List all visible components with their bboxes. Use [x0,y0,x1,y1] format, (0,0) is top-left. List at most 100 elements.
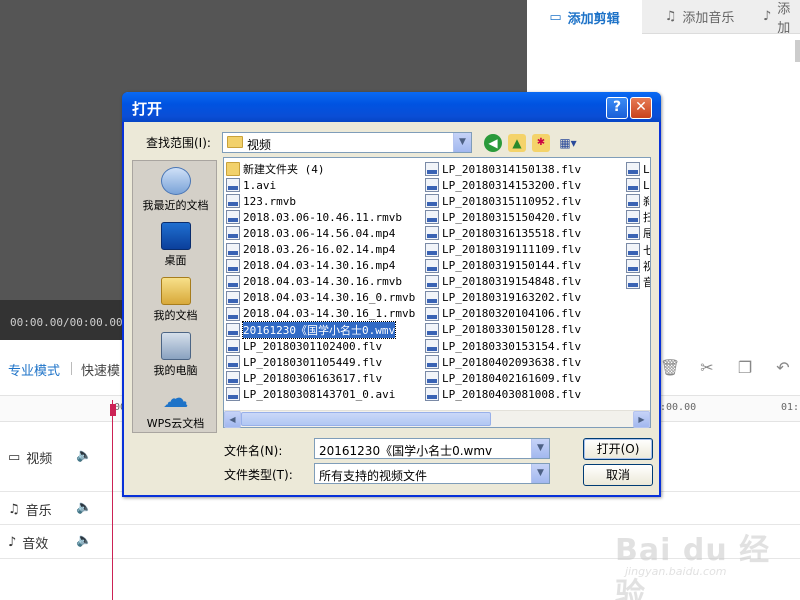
tab-add-clip[interactable]: ▭ 添加剪辑 [527,0,642,34]
video-file-icon [425,210,439,225]
file-list-item[interactable]: 2018.03.06-10.46.11.rmvb [226,209,415,225]
file-list-item[interactable]: LP_20180301102400.flv [226,338,415,354]
file-list-item[interactable]: LP_20180314153200.flv [425,177,581,193]
file-name: 屉 [643,225,650,241]
file-list-item[interactable]: 扫 [626,209,650,225]
back-arrow-icon[interactable]: ◀ [484,134,502,152]
file-list-item[interactable]: LP_20180315110952.flv [425,193,581,209]
file-column-1: 新建文件夹 (4) 1.avi 123.rmvb 2018.03.06-10.46.1… [226,161,415,402]
places-bar: 我最近的文档 桌面 我的文档 我的电脑 ☁ WPS云文档 [132,160,217,433]
file-list-item[interactable]: 七 [626,241,650,257]
file-list-item[interactable]: LP_20180315150420.flv [425,209,581,225]
look-in-combo[interactable]: 视频 ▼ [222,132,472,153]
speaker-icon[interactable]: 🔈 [76,448,92,463]
view-menu-icon[interactable]: ▦▾ [556,134,580,152]
file-list-item[interactable]: LP_20180314150138.flv [425,161,581,177]
video-file-icon [226,274,240,289]
scroll-right-icon[interactable]: ▶ [633,411,650,428]
horizontal-scrollbar[interactable]: ◀ ▶ [224,410,650,428]
cancel-button[interactable]: 取消 [583,464,653,486]
tab-add-sound[interactable]: ♪ 添加 [757,0,800,34]
file-list-item[interactable]: 2018.04.03-14.30.16_0.rmvb [226,290,415,306]
video-file-icon [425,274,439,289]
chevron-down-icon[interactable]: ▼ [453,133,471,152]
place-recent[interactable]: 我最近的文档 [133,163,218,217]
file-list-item[interactable]: LP_20180320104106.flv [425,306,581,322]
file-list-item[interactable]: 2018.03.26-16.02.14.mp4 [226,241,415,257]
help-button[interactable]: ? [606,97,628,119]
close-button[interactable]: ✕ [630,97,652,119]
file-list-item[interactable]: L [626,177,650,193]
open-button[interactable]: 打开(O) [583,438,653,460]
place-wps-cloud[interactable]: ☁ WPS云文档 [133,381,218,435]
file-list-item[interactable]: LP_20180319154848.flv [425,274,581,290]
speaker-icon[interactable]: 🔈 [76,500,92,515]
video-file-icon [425,162,439,177]
recent-documents-icon [160,167,191,195]
file-list-item[interactable]: 2018.04.03-14.30.16.rmvb [226,274,415,290]
file-list-item[interactable]: LP_20180319150144.flv [425,258,581,274]
file-list-item[interactable]: LP_20180403081008.flv [425,386,581,402]
quick-mode-button[interactable]: 快速模 [81,360,120,379]
my-computer-icon [160,332,191,360]
up-folder-icon[interactable]: ▲ [508,134,526,152]
new-folder-icon[interactable]: ✱ [532,134,550,152]
music-track-label: ♫ 音乐 [8,502,52,519]
pro-mode-button[interactable]: 专业模式 [8,360,60,379]
file-list-item[interactable]: LP_20180330153154.flv [425,338,581,354]
video-file-icon [425,387,439,402]
video-file-icon [626,162,640,177]
file-list-item[interactable]: 20161230《国学小名士0.wmv [226,320,415,339]
file-list-item[interactable]: LP_20180319111109.flv [425,241,581,257]
scroll-left-icon[interactable]: ◀ [224,411,241,428]
filename-input[interactable]: 20161230《国学小名士0.wmv ▼ [314,438,550,459]
folder-icon [226,162,240,177]
file-list-item[interactable]: 视 [626,258,650,274]
speaker-icon[interactable]: 🔈 [76,533,92,548]
split-icon[interactable]: ✂ [697,358,717,378]
file-list-item[interactable]: LP_20180330150128.flv [425,322,581,338]
file-list-item[interactable]: 音 [626,274,650,290]
chevron-down-icon[interactable]: ▼ [531,464,549,483]
video-camera-icon: ▭ [549,9,562,25]
video-file-icon [626,258,640,273]
sound-effect-icon: ♪ [763,9,772,24]
filetype-select[interactable]: 所有支持的视频文件 ▼ [314,463,550,484]
video-file-icon [425,371,439,386]
panel-scrollbar[interactable] [795,40,800,62]
file-list-item[interactable]: 2018.04.03-14.30.16.mp4 [226,258,415,274]
undo-icon[interactable]: ↶ [773,358,793,378]
tab-add-music[interactable]: ♫ 添加音乐 [642,0,757,34]
file-list-item[interactable]: LP_20180316135518.flv [425,225,581,241]
playhead-line[interactable] [112,400,113,600]
file-name: 视 [643,258,650,274]
file-list-item[interactable]: 2018.03.06-14.56.04.mp4 [226,225,415,241]
watermark-url: jingyan.baidu.com [625,565,727,578]
file-name: LP_20180403081008.flv [442,387,582,401]
file-list-item[interactable]: 1.avi [226,177,415,193]
file-list-item[interactable]: 屉 [626,225,650,241]
file-list-item[interactable]: 2018.04.03-14.30.16_1.rmvb [226,306,415,322]
file-list-item[interactable]: LP_20180402161609.flv [425,370,581,386]
file-list-item[interactable]: LP_20180301105449.flv [226,354,415,370]
place-my-documents[interactable]: 我的文档 [133,273,218,327]
chevron-down-icon[interactable]: ▼ [531,439,549,458]
scroll-thumb[interactable] [241,412,491,426]
file-list-item[interactable]: 刹 [626,193,650,209]
playhead-handle[interactable] [110,404,116,416]
video-file-icon [425,226,439,241]
copy-icon[interactable]: ❐ [735,358,755,378]
file-list-item[interactable]: 新建文件夹 (4) [226,161,415,177]
file-name: LP_20180319150144.flv [442,259,582,273]
dialog-titlebar[interactable]: 打开 ? ✕ [122,92,661,122]
file-list-item[interactable]: LP_20180306163617.flv [226,370,415,386]
video-file-icon [226,290,240,305]
file-list-item[interactable]: LP_20180308143701_0.avi [226,386,415,402]
place-my-computer[interactable]: 我的电脑 [133,328,218,382]
file-list-item[interactable]: L [626,161,650,177]
file-list-item[interactable]: LP_20180402093638.flv [425,354,581,370]
file-list-item[interactable]: 123.rmvb [226,193,415,209]
file-list-item[interactable]: LP_20180319163202.flv [425,290,581,306]
trash-icon[interactable]: 🗑 [660,358,680,378]
place-desktop[interactable]: 桌面 [133,218,218,272]
